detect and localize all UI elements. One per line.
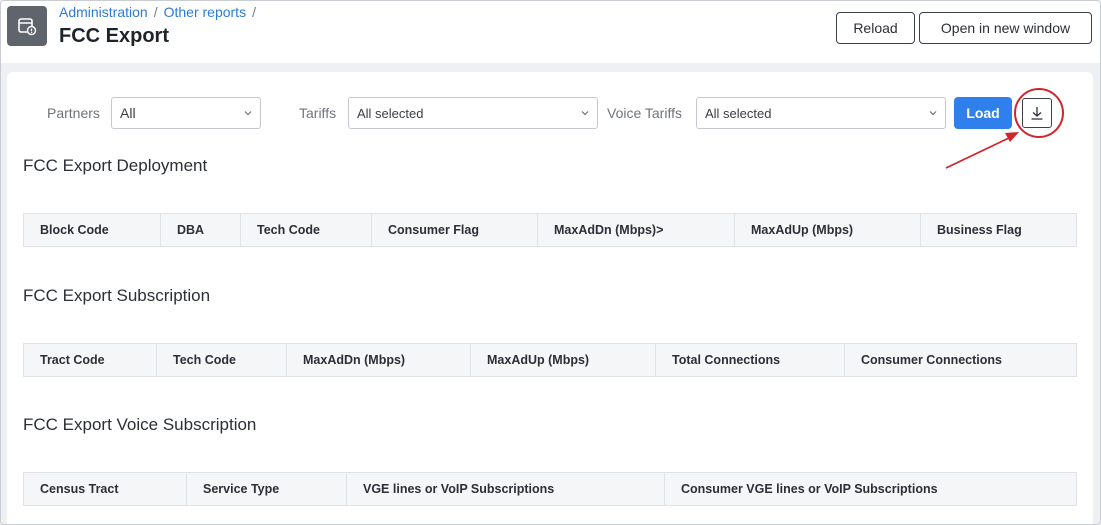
column-header[interactable]: Consumer Connections <box>845 344 1076 376</box>
voice-tariffs-label: Voice Tariffs <box>607 105 682 121</box>
partners-label: Partners <box>47 105 100 121</box>
column-header[interactable]: Tract Code <box>24 344 157 376</box>
report-page-icon <box>7 6 47 46</box>
subscription-table-header: Tract Code Tech Code MaxAdDn (Mbps) MaxA… <box>23 343 1077 377</box>
column-header[interactable]: Business Flag <box>921 214 1076 246</box>
page-frame: Administration / Other reports / FCC Exp… <box>0 0 1101 525</box>
column-header[interactable]: Service Type <box>187 473 347 505</box>
voice-subscription-table-header: Census Tract Service Type VGE lines or V… <box>23 472 1077 506</box>
page-title: FCC Export <box>59 25 169 47</box>
breadcrumb-separator: / <box>252 4 256 20</box>
reload-button[interactable]: Reload <box>836 12 915 44</box>
deployment-table-header: Block Code DBA Tech Code Consumer Flag M… <box>23 213 1077 247</box>
voice-tariffs-select[interactable]: All selected <box>696 97 946 129</box>
breadcrumb: Administration / Other reports / <box>59 4 256 20</box>
breadcrumb-separator: / <box>153 4 158 20</box>
section-title-voice-subscription: FCC Export Voice Subscription <box>23 415 257 434</box>
chevron-down-icon <box>244 111 252 116</box>
column-header[interactable]: Block Code <box>24 214 161 246</box>
voice-tariffs-value: All selected <box>705 105 772 121</box>
column-header[interactable]: MaxAdUp (Mbps) <box>471 344 656 376</box>
column-header[interactable]: DBA <box>161 214 241 246</box>
column-header[interactable]: MaxAdDn (Mbps)> <box>538 214 735 246</box>
partners-value: All <box>120 105 136 121</box>
section-title-subscription: FCC Export Subscription <box>23 286 211 305</box>
column-header[interactable]: Census Tract <box>24 473 187 505</box>
tariffs-label: Tariffs <box>299 105 337 121</box>
column-header[interactable]: Tech Code <box>157 344 287 376</box>
load-button[interactable]: Load <box>954 97 1012 129</box>
chevron-down-icon <box>929 111 937 116</box>
chevron-down-icon <box>581 111 589 116</box>
breadcrumb-administration[interactable]: Administration <box>59 4 148 20</box>
column-header[interactable]: Tech Code <box>241 214 372 246</box>
breadcrumb-other-reports[interactable]: Other reports <box>164 4 246 20</box>
column-header[interactable]: Consumer Flag <box>372 214 538 246</box>
partners-select[interactable]: All <box>111 97 261 129</box>
annotation-circle <box>1014 88 1064 138</box>
column-header[interactable]: Consumer VGE lines or VoIP Subscriptions <box>665 473 1076 505</box>
section-title-deployment: FCC Export Deployment <box>23 156 208 175</box>
tariffs-value: All selected <box>357 105 424 121</box>
tariffs-select[interactable]: All selected <box>348 97 598 129</box>
open-new-window-button[interactable]: Open in new window <box>919 12 1092 44</box>
column-header[interactable]: VGE lines or VoIP Subscriptions <box>347 473 665 505</box>
column-header[interactable]: MaxAdDn (Mbps) <box>287 344 471 376</box>
column-header[interactable]: MaxAdUp (Mbps) <box>735 214 921 246</box>
column-header[interactable]: Total Connections <box>656 344 845 376</box>
